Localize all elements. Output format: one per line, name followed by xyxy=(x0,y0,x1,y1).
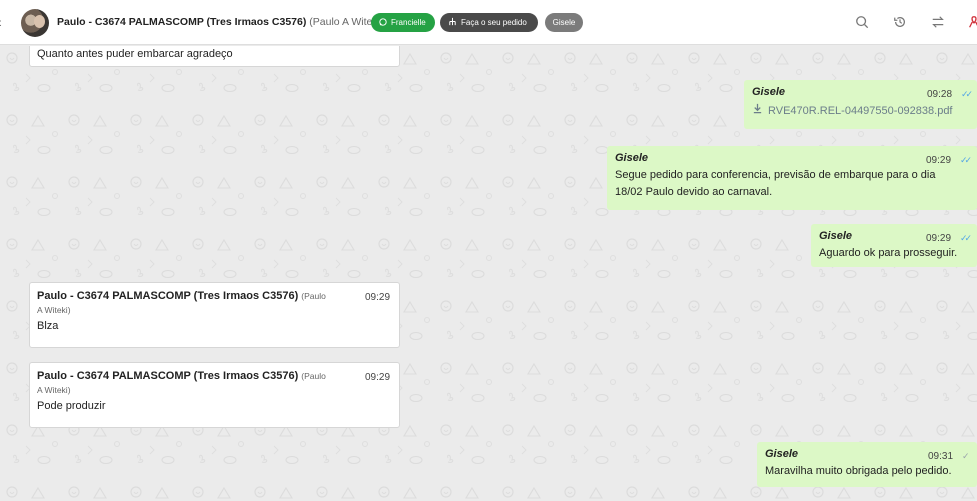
message-sender: Gisele xyxy=(615,152,649,164)
tag-francielle[interactable]: Francielle xyxy=(371,13,435,32)
tag-label: Francielle xyxy=(391,18,426,27)
message-incoming[interactable]: Paulo - C3674 PALMASCOMP (Tres Irmaos C3… xyxy=(29,362,400,428)
message-text: Quanto antes puder embarcar agradeço xyxy=(37,48,233,60)
message-text: Aguardo ok para prosseguir. xyxy=(819,247,958,259)
message-text-line: 18/02 Paulo devido ao carnaval. xyxy=(615,186,773,198)
search-icon[interactable] xyxy=(853,13,871,31)
message-sender-sub: A Witeki) xyxy=(37,385,71,395)
avatar[interactable] xyxy=(21,9,49,37)
message-time: 09:31 xyxy=(928,451,954,462)
ribbon-icon[interactable] xyxy=(965,13,977,31)
flow-icon xyxy=(448,17,457,28)
message-text: Maravilha muito obrigada pelo pedido. xyxy=(765,465,952,477)
message-sender: Paulo - C3674 PALMASCOMP (Tres Irmaos C3… xyxy=(37,290,299,302)
message-incoming[interactable]: Quanto antes puder embarcar agradeço xyxy=(29,46,400,67)
message-text-line: Segue pedido para conferencia, previsão … xyxy=(615,169,936,181)
file-name: RVE470R.REL-04497550-092838.pdf xyxy=(768,105,953,117)
message-sender-sub: (Paulo xyxy=(301,371,326,381)
history-icon[interactable] xyxy=(891,13,909,31)
message-text: Pode produzir xyxy=(37,400,106,412)
message-sender: Paulo - C3674 PALMASCOMP (Tres Irmaos C3… xyxy=(37,370,299,382)
message-outgoing[interactable]: Gisele 09:29 ✓✓ Aguardo ok para prossegu… xyxy=(811,224,977,267)
download-icon xyxy=(752,103,763,120)
message-outgoing[interactable]: Gisele 09:31 ✓ Maravilha muito obrigada … xyxy=(757,442,977,487)
contact-name-text: Paulo - C3674 PALMASCOMP (Tres Irmaos C3… xyxy=(57,16,307,28)
message-sender-sub: (Paulo xyxy=(301,291,326,301)
message-time: 09:29 xyxy=(926,155,952,166)
contact-name[interactable]: Paulo - C3674 PALMASCOMP (Tres Irmaos C3… xyxy=(57,16,383,28)
read-ticks-icon: ✓✓ xyxy=(960,233,972,243)
message-time: 09:29 xyxy=(365,372,391,383)
back-chevron-icon[interactable]: ‹ xyxy=(0,14,2,30)
message-time: 09:28 xyxy=(927,89,953,100)
message-outgoing[interactable]: Gisele 09:29 ✓✓ Segue pedido para confer… xyxy=(607,146,977,210)
chat-area[interactable]: Quanto antes puder embarcar agradeço Gis… xyxy=(0,46,977,501)
read-ticks-icon: ✓✓ xyxy=(961,89,973,99)
transfer-icon[interactable] xyxy=(929,13,947,31)
chat-header: ‹ Paulo - C3674 PALMASCOMP (Tres Irmaos … xyxy=(0,0,977,45)
message-sender-sub: A Witeki) xyxy=(37,305,71,315)
file-attachment[interactable]: RVE470R.REL-04497550-092838.pdf xyxy=(752,103,970,120)
message-time: 09:29 xyxy=(365,292,391,303)
tag-label: Faça o seu pedido xyxy=(461,18,527,27)
message-time: 09:29 xyxy=(926,233,952,244)
read-ticks-icon: ✓✓ xyxy=(960,155,972,165)
tag-gisele[interactable]: Gisele xyxy=(545,13,583,32)
message-text: Blza xyxy=(37,320,59,332)
whatsapp-icon xyxy=(379,17,387,28)
message-incoming[interactable]: Paulo - C3674 PALMASCOMP (Tres Irmaos C3… xyxy=(29,282,400,348)
message-outgoing[interactable]: Gisele 09:28 ✓✓ RVE470R.REL-04497550-092… xyxy=(744,80,977,129)
sent-tick-icon: ✓ xyxy=(962,451,969,461)
tag-faca-pedido[interactable]: Faça o seu pedido xyxy=(440,13,538,32)
tag-label: Gisele xyxy=(552,18,576,27)
